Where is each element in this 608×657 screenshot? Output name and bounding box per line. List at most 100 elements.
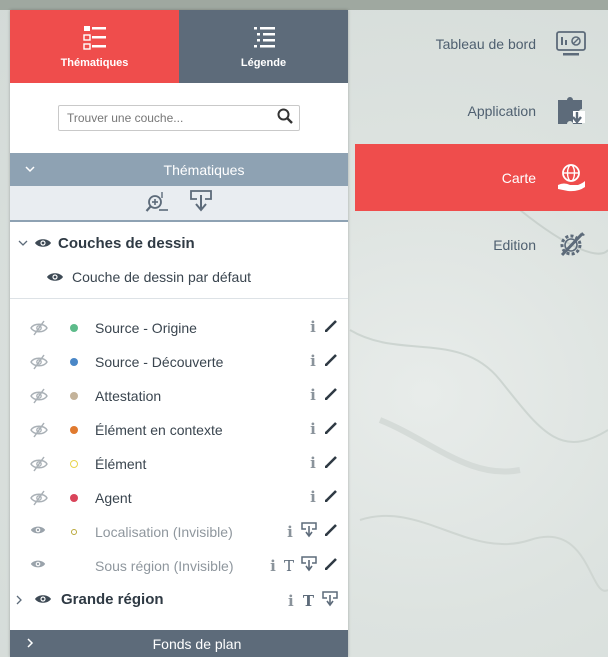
legend-list-icon (252, 25, 276, 51)
eye-off-icon[interactable] (30, 456, 48, 472)
layer-color-dot (70, 460, 78, 468)
label-text-icon[interactable]: T (303, 592, 314, 610)
edit-pencil-icon[interactable] (324, 557, 338, 574)
layer-list: Source - Origine i Source - Découverte i Att… (10, 311, 348, 583)
nav-application[interactable]: Application (355, 77, 608, 144)
info-icon[interactable]: i (287, 592, 295, 610)
info-icon[interactable]: i (309, 488, 317, 506)
eye-icon[interactable] (34, 593, 52, 605)
layer-actions: i (309, 386, 338, 404)
thematic-tools (10, 186, 348, 222)
layer-actions: i (309, 454, 338, 472)
layer-row[interactable]: Localisation (Invisible) i (10, 515, 348, 549)
group-couches-de-dessin[interactable]: Couches de dessin (10, 226, 348, 260)
chevron-down-icon (24, 162, 36, 178)
edit-pencil-icon[interactable] (324, 353, 338, 370)
eye-off-icon[interactable] (30, 320, 48, 336)
nav-label: Tableau de bord (435, 35, 536, 52)
layer-color-dot (71, 529, 77, 535)
chevron-right-icon[interactable] (14, 593, 24, 610)
zoom-to-layer-icon[interactable] (145, 189, 169, 218)
tab-thematiques-label: Thématiques (60, 56, 129, 69)
map-globe-hand-icon (554, 161, 588, 195)
layer-row[interactable]: Agent i (10, 481, 348, 515)
label-text-icon[interactable]: T (284, 557, 294, 575)
eye-off-icon[interactable] (30, 490, 48, 506)
tab-legende[interactable]: Légende (179, 10, 348, 83)
group-label: Grande région (61, 591, 164, 608)
group-actions: i T (287, 591, 338, 611)
info-icon[interactable]: i (309, 318, 317, 336)
edit-pencil-icon[interactable] (324, 421, 338, 438)
layer-actions: iT (269, 556, 338, 575)
layer-actions: i (286, 522, 338, 541)
layer-color-dot (70, 494, 78, 502)
nav-tableau-de-bord[interactable]: Tableau de bord (355, 10, 608, 77)
panel-tabs: Thématiques Légende (10, 10, 348, 83)
layer-label: Agent (95, 490, 132, 506)
layer-row[interactable]: Source - Découverte i (10, 345, 348, 379)
layer-label: Élément (95, 456, 147, 472)
info-icon[interactable]: i (269, 557, 277, 575)
layer-actions: i (309, 318, 338, 336)
nav-edition[interactable]: Edition (355, 211, 608, 278)
chevron-down-icon[interactable] (16, 238, 30, 248)
layer-row[interactable]: Sous région (Invisible) i T (10, 549, 348, 583)
nav-label: Edition (493, 236, 536, 253)
download-icon[interactable] (301, 556, 317, 575)
search-icon[interactable] (277, 108, 293, 129)
layer-label: Sous région (Invisible) (95, 558, 234, 574)
thematiques-section-header[interactable]: Thématiques (10, 153, 348, 186)
eye-icon[interactable] (30, 558, 46, 570)
layer-label: Attestation (95, 388, 162, 404)
eye-off-icon[interactable] (30, 354, 48, 370)
section-title: Thématiques (163, 161, 245, 178)
layer-search (10, 83, 348, 153)
download-layer-icon[interactable] (189, 189, 213, 218)
eye-icon[interactable] (30, 524, 46, 536)
nav-label: Carte (501, 169, 536, 186)
layer-row[interactable]: Élément en contexte i (10, 413, 348, 447)
layer-row[interactable]: Attestation i (10, 379, 348, 413)
tab-legende-label: Légende (240, 56, 287, 69)
edit-pencil-icon[interactable] (324, 319, 338, 336)
layer-color-dot (70, 358, 78, 366)
nav-carte[interactable]: Carte (355, 144, 608, 211)
edit-pencil-icon[interactable] (324, 523, 338, 540)
group-label: Couches de dessin (58, 234, 195, 252)
dashboard-monitor-icon (554, 27, 588, 61)
layer-color-dot (70, 324, 78, 332)
layer-label: Localisation (Invisible) (95, 524, 233, 540)
layer-actions: i (309, 488, 338, 506)
download-icon[interactable] (301, 522, 317, 541)
edition-gear-pencil-icon (554, 228, 588, 262)
fonds-de-plan-header[interactable]: Fonds de plan (10, 630, 348, 657)
layer-color-dot (70, 392, 78, 400)
layer-label: Élément en contexte (95, 422, 223, 438)
edit-pencil-icon[interactable] (324, 455, 338, 472)
layer-label: Couche de dessin par défaut (72, 269, 252, 285)
eye-off-icon[interactable] (30, 422, 48, 438)
layer-actions: i (309, 420, 338, 438)
info-icon[interactable]: i (309, 454, 317, 472)
eye-off-icon[interactable] (30, 388, 48, 404)
layer-row[interactable]: Élément i (10, 447, 348, 481)
info-icon[interactable]: i (286, 523, 294, 541)
layer-label: Source - Origine (95, 320, 197, 336)
eye-icon[interactable] (46, 271, 64, 283)
layers-panel: Thématiques Légende Trouver une couche..… (10, 10, 348, 657)
eye-icon[interactable] (34, 237, 52, 249)
info-icon[interactable]: i (309, 386, 317, 404)
search-input[interactable] (67, 111, 277, 125)
edit-pencil-icon[interactable] (324, 489, 338, 506)
thematic-list-icon (82, 25, 107, 51)
default-draw-layer[interactable]: Couche de dessin par défaut (10, 260, 348, 294)
info-icon[interactable]: i (309, 420, 317, 438)
edit-pencil-icon[interactable] (324, 387, 338, 404)
info-icon[interactable]: i (309, 352, 317, 370)
search-box (58, 105, 300, 131)
tab-thematiques[interactable]: Thématiques (10, 10, 179, 83)
group-grande-region[interactable]: Grande région i T (10, 583, 348, 617)
download-icon[interactable] (322, 591, 338, 611)
layer-row[interactable]: Source - Origine i (10, 311, 348, 345)
